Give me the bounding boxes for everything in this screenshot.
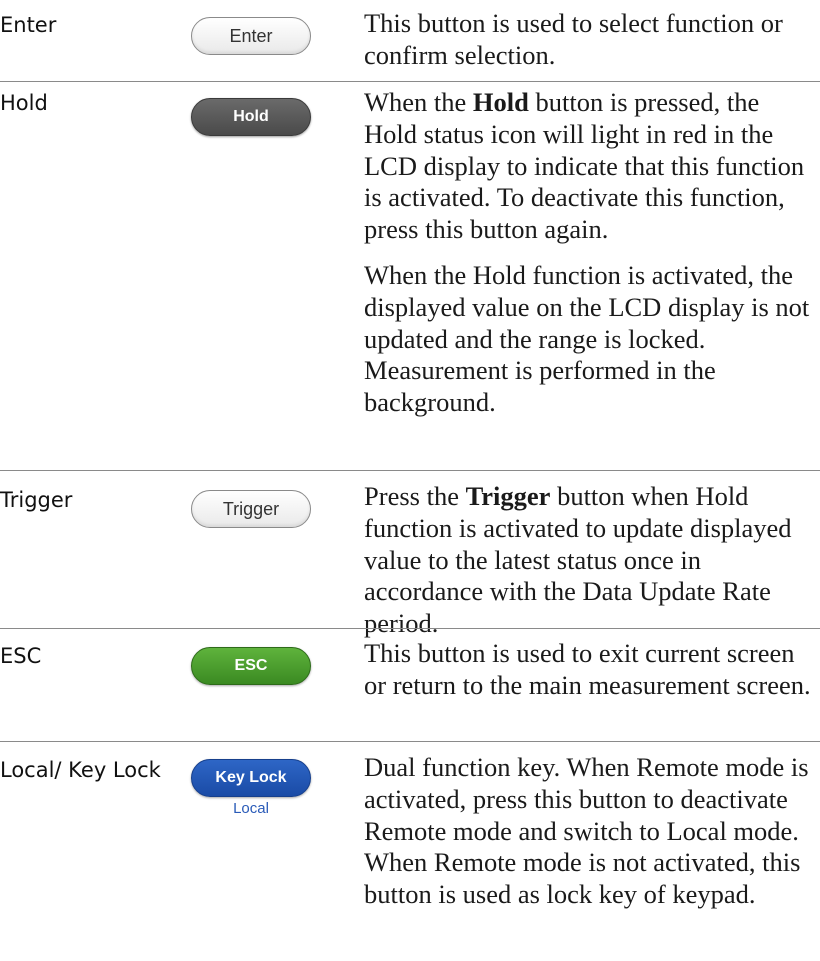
row-name-keylock: Local/ Key Lock <box>0 758 161 782</box>
row-separator <box>0 628 820 629</box>
description-paragraph-1: When the Hold button is pressed, the Hol… <box>364 87 805 245</box>
row-description-esc: This button is used to exit current scre… <box>364 638 812 702</box>
row-name-esc: ESC <box>0 644 42 668</box>
description-paragraph-2: When the Hold function is activated, the… <box>364 259 810 418</box>
row-name-enter: Enter <box>0 13 57 37</box>
row-separator <box>0 470 820 471</box>
row-separator <box>0 741 820 742</box>
row-separator <box>0 81 820 82</box>
row-name-trigger: Trigger <box>0 488 73 512</box>
local-sublabel: Local <box>233 800 269 817</box>
description-text: This button is used to exit current scre… <box>364 638 811 700</box>
row-description-trigger: Press the Trigger button when Hold funct… <box>364 481 812 640</box>
row-description-enter: This button is used to select function o… <box>364 8 812 72</box>
trigger-button[interactable]: Trigger <box>191 490 311 528</box>
key-lock-button[interactable]: Key Lock <box>191 759 311 797</box>
esc-button[interactable]: ESC <box>191 647 311 685</box>
row-description-keylock: Dual function key. When Remote mode is a… <box>364 752 812 911</box>
row-description-hold: When the Hold button is pressed, the Hol… <box>364 87 812 419</box>
enter-button[interactable]: Enter <box>191 17 311 55</box>
bold-term-trigger: Trigger <box>465 481 551 511</box>
description-text: Dual function key. When Remote mode is a… <box>364 752 809 910</box>
hold-button[interactable]: Hold <box>191 98 311 136</box>
description-text: Press the Trigger button when Hold funct… <box>364 481 792 639</box>
row-name-hold: Hold <box>0 91 48 115</box>
description-text: This button is used to select function o… <box>364 8 783 70</box>
bold-term-hold: Hold <box>472 87 529 117</box>
